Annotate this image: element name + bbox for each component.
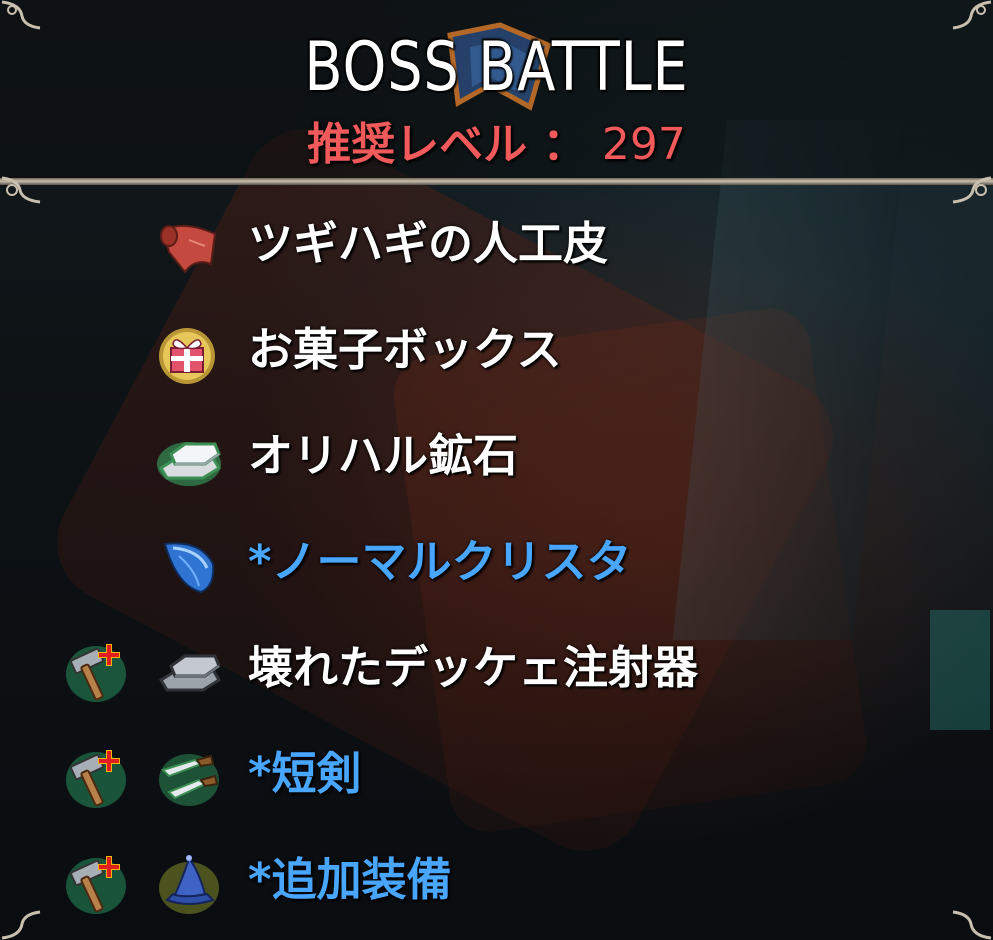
drop-item[interactable]: ツギハギの人工皮 [0, 198, 993, 288]
corner-ornament-icon [952, 0, 992, 30]
recommended-level-label: 推奨レベル ： [307, 119, 587, 170]
drop-item[interactable]: *短剣 [0, 728, 993, 818]
boss-battle-header: BOSS BATTLE 推奨レベル ： 297 [0, 0, 993, 178]
drop-item-label: お菓子ボックス [248, 323, 562, 376]
boss-battle-panel: BOSS BATTLE 推奨レベル ： 297 ツギハギの人工皮 お菓子ボックス… [0, 0, 993, 940]
boss-battle-title: BOSS BATTLE [304, 28, 689, 107]
corner-ornament-icon [1, 0, 41, 30]
gray-ingot-icon [158, 654, 222, 692]
drop-item[interactable]: *追加装備 [0, 834, 993, 924]
wizard-hat-icon [159, 855, 219, 914]
drop-item-label: *ノーマルクリスタ [248, 535, 632, 588]
drop-item-label: *追加装備 [248, 853, 452, 906]
drop-item-label: オリハル鉱石 [248, 429, 519, 482]
drop-item-label: ツギハギの人工皮 [248, 217, 609, 270]
drop-item[interactable]: *ノーマルクリスタ [0, 516, 993, 606]
hammer-plus-icon [66, 856, 126, 914]
drop-item[interactable]: 壊れたデッケェ注射器 [0, 622, 993, 712]
drop-item-label: *短剣 [248, 747, 362, 800]
silver-ingot-icon [157, 442, 222, 486]
hammer-plus-icon [66, 750, 126, 808]
header-divider [0, 178, 993, 185]
drop-item[interactable]: お菓子ボックス [0, 304, 993, 394]
recommended-level-value: 297 [601, 119, 686, 170]
daggers-icon [159, 754, 219, 806]
patched-leather-icon [160, 224, 217, 274]
gift-box-icon [159, 328, 215, 384]
blue-crystal-icon [163, 542, 215, 594]
drop-item-label: 壊れたデッケェ注射器 [248, 641, 699, 694]
hammer-plus-icon [66, 644, 126, 702]
drop-item[interactable]: オリハル鉱石 [0, 410, 993, 500]
recommended-level: 推奨レベル ： 297 [0, 108, 993, 172]
